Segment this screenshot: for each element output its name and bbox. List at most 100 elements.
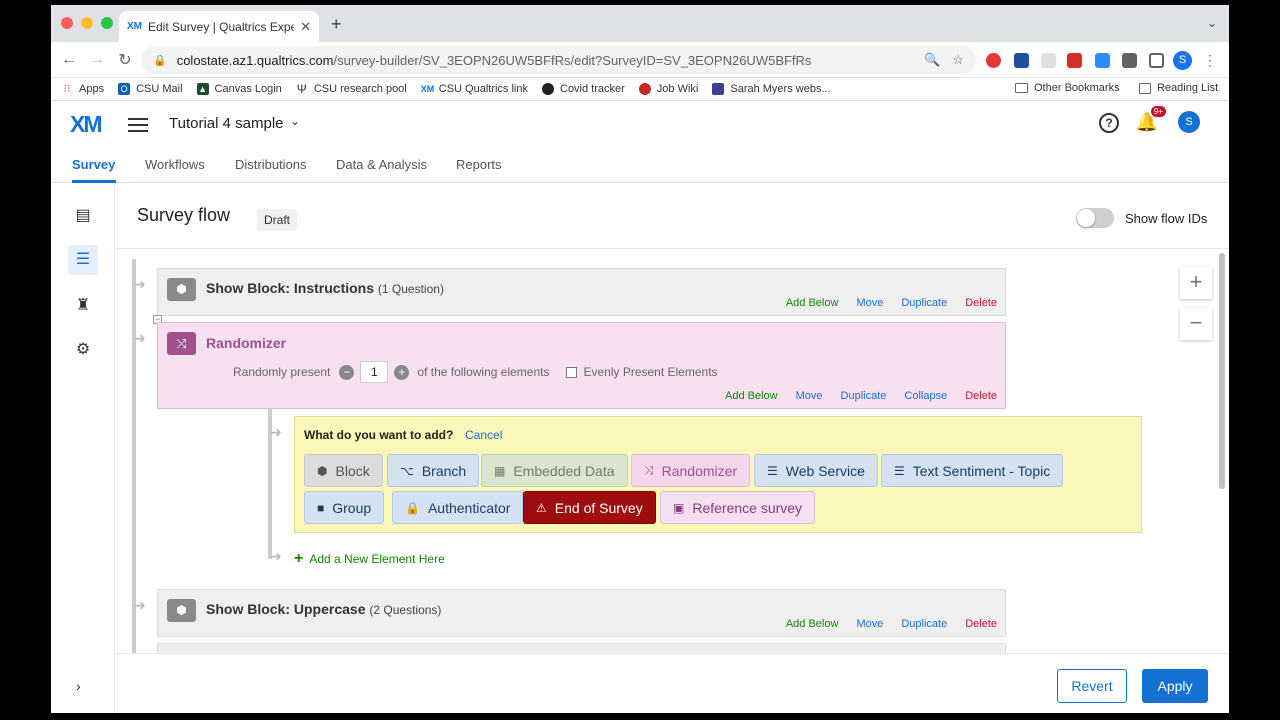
profile-avatar[interactable]: S: [1173, 51, 1192, 70]
maximize-window-button[interactable]: [101, 17, 113, 29]
evenly-present-label: Evenly Present Elements: [583, 365, 718, 379]
tab-distributions[interactable]: Distributions: [235, 157, 307, 172]
duplicate-link[interactable]: Duplicate: [901, 618, 947, 630]
duplicate-link[interactable]: Duplicate: [841, 390, 887, 402]
bookmark-csu-mail[interactable]: O CSU Mail: [118, 83, 183, 95]
page-extension-icon[interactable]: [1041, 53, 1056, 68]
adblock-extension-icon[interactable]: [986, 53, 1001, 68]
flow-block-next[interactable]: [157, 643, 1006, 653]
forward-icon[interactable]: →: [83, 51, 111, 69]
show-flow-ids-toggle[interactable]: [1076, 208, 1114, 228]
hamburger-menu-icon[interactable]: [128, 118, 148, 136]
survey-editor-icon[interactable]: ▤: [68, 201, 98, 231]
tab-title: Edit Survey | Qualtrics Experie: [148, 19, 295, 34]
look-and-feel-icon[interactable]: ♜: [68, 291, 98, 321]
add-group-button[interactable]: ■ Group: [304, 491, 385, 524]
flow-block-instructions[interactable]: ⬢ Show Block: Instructions (1 Question) …: [157, 268, 1006, 316]
evenly-present-checkbox[interactable]: [566, 366, 578, 378]
flow-block-uppercase[interactable]: ⬢ Show Block: Uppercase (2 Questions) Ad…: [157, 589, 1006, 637]
add-reference-survey-button[interactable]: ▣ Reference survey: [660, 491, 816, 524]
bookmark-csu-qualtrics[interactable]: XM CSU Qualtrics link: [421, 83, 528, 95]
covid-icon: [542, 83, 554, 95]
delete-link[interactable]: Delete: [965, 618, 997, 630]
close-window-button[interactable]: [61, 17, 73, 29]
close-tab-icon[interactable]: ✕: [300, 19, 311, 35]
address-bar[interactable]: 🔒 colostate.az1.qualtrics.com/survey-bui…: [141, 46, 976, 74]
canvas-scrollbar[interactable]: [1219, 253, 1225, 489]
add-randomizer-button[interactable]: ⤨ Randomizer: [631, 454, 751, 487]
decrement-icon[interactable]: −: [339, 364, 355, 380]
expand-rail-chevron-icon[interactable]: ›: [76, 678, 81, 694]
tab-survey[interactable]: Survey: [72, 157, 115, 172]
bookmark-covid-tracker[interactable]: Covid tracker: [542, 83, 625, 95]
tab-workflows[interactable]: Workflows: [145, 157, 205, 172]
bookmark-csu-research-pool[interactable]: Ψ CSU research pool: [296, 83, 407, 95]
add-block-button[interactable]: ⬢ Block: [304, 454, 383, 487]
back-icon[interactable]: ←: [55, 51, 83, 69]
flow-canvas: ➜ ➜ ➜ ⬢ Show Block: Instructions (1 Ques…: [116, 249, 1229, 653]
revert-button[interactable]: Revert: [1057, 669, 1127, 703]
add-branch-button[interactable]: ⌥ Branch: [387, 454, 480, 487]
minimize-window-button[interactable]: [81, 17, 93, 29]
survey-flow-icon[interactable]: ☰: [68, 245, 98, 275]
bookmark-star-icon[interactable]: ☆: [952, 52, 964, 68]
tab-strip: XM Edit Survey | Qualtrics Experie ✕ + ⌄: [51, 5, 1229, 42]
browser-menu-icon[interactable]: ⋮: [1203, 52, 1217, 69]
flow-randomizer[interactable]: ⤨ Randomizer Randomly present − 1 + of t…: [157, 322, 1006, 409]
delete-link[interactable]: Delete: [965, 297, 997, 309]
delete-link[interactable]: Delete: [965, 390, 997, 402]
bookmark-apps[interactable]: ⁝⁝ Apps: [61, 83, 105, 95]
user-avatar[interactable]: S: [1178, 111, 1200, 133]
flow-arrow-icon: ➜: [134, 330, 146, 346]
graduation-extension-icon[interactable]: [1014, 53, 1029, 68]
browser-tab[interactable]: XM Edit Survey | Qualtrics Experie ✕: [119, 11, 319, 42]
reload-icon[interactable]: ↻: [111, 50, 139, 70]
chevron-down-icon[interactable]: ⌄: [290, 114, 300, 128]
add-embedded-data-button[interactable]: ▦ Embedded Data: [481, 454, 628, 487]
collapse-link[interactable]: Collapse: [904, 390, 947, 402]
tab-data-analysis[interactable]: Data & Analysis: [336, 157, 427, 172]
project-name[interactable]: Tutorial 4 sample: [169, 115, 284, 132]
other-bookmarks[interactable]: Other Bookmarks: [1015, 82, 1120, 94]
increment-icon[interactable]: +: [394, 364, 410, 380]
add-below-link[interactable]: Add Below: [786, 618, 839, 630]
reading-list[interactable]: Reading List: [1139, 82, 1218, 94]
bookmark-sarah-myers[interactable]: Sarah Myers webs...: [712, 83, 831, 95]
randomizer-count-input[interactable]: 1: [360, 361, 389, 383]
randomizer-settings: Randomly present − 1 + of the following …: [233, 361, 718, 383]
zoom-icon[interactable]: 🔍: [924, 52, 940, 68]
apps-grid-icon: ⁝⁝: [63, 83, 71, 95]
zoom-in-icon[interactable]: +: [1180, 267, 1212, 299]
move-link[interactable]: Move: [796, 390, 823, 402]
duplicate-link[interactable]: Duplicate: [901, 297, 947, 309]
tab-reports[interactable]: Reports: [456, 157, 502, 172]
add-below-link[interactable]: Add Below: [786, 297, 839, 309]
block-cube-icon: ⬢: [317, 463, 328, 478]
extensions-puzzle-icon[interactable]: [1122, 53, 1137, 68]
add-web-service-button[interactable]: ☰ Web Service: [754, 454, 878, 487]
outlook-icon: O: [118, 83, 131, 95]
zoom-out-icon[interactable]: −: [1180, 308, 1212, 340]
cast-icon[interactable]: [1149, 53, 1164, 68]
add-new-element-link[interactable]: + Add a New Element Here: [294, 550, 445, 568]
apply-button[interactable]: Apply: [1142, 669, 1208, 703]
move-link[interactable]: Move: [856, 618, 883, 630]
help-icon[interactable]: ?: [1099, 113, 1119, 133]
add-authenticator-button[interactable]: 🔒 Authenticator: [392, 491, 524, 524]
add-end-of-survey-button[interactable]: ⚠ End of Survey: [523, 491, 656, 524]
survey-options-icon[interactable]: ⚙: [68, 335, 98, 365]
url-text[interactable]: colostate.az1.qualtrics.com/survey-build…: [177, 53, 912, 68]
bookmark-canvas-login[interactable]: ▲ Canvas Login: [196, 83, 282, 95]
bookmark-job-wiki[interactable]: Job Wiki: [638, 83, 698, 95]
add-below-link[interactable]: Add Below: [725, 390, 778, 402]
add-text-sentiment-button[interactable]: ☰ Text Sentiment - Topic: [881, 454, 1064, 487]
randomizer-actions: Add Below Move Duplicate Collapse Delete: [725, 390, 997, 402]
zoom-extension-icon[interactable]: [1095, 53, 1110, 68]
red-extension-icon[interactable]: [1067, 53, 1082, 68]
xm-logo[interactable]: XM: [70, 111, 102, 138]
tab-search-icon[interactable]: ⌄: [1207, 16, 1217, 30]
new-tab-button[interactable]: +: [331, 14, 342, 35]
move-link[interactable]: Move: [856, 297, 883, 309]
psi-icon: Ψ: [296, 82, 307, 96]
cancel-link[interactable]: Cancel: [465, 428, 502, 442]
